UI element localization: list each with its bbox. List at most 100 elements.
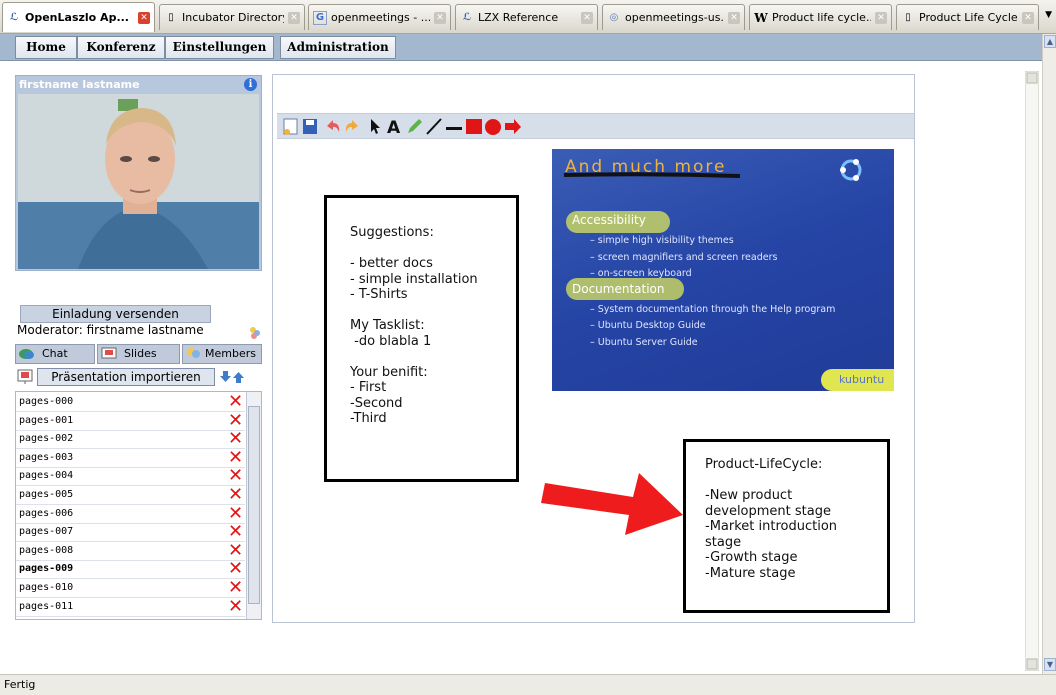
ellipse-tool-icon[interactable]: [484, 117, 502, 136]
close-tab-icon[interactable]: ✕: [434, 11, 446, 24]
info-icon[interactable]: i: [244, 78, 257, 91]
svg-text:A: A: [387, 118, 401, 136]
file-list-item[interactable]: pages-005 ✕: [16, 486, 245, 505]
browser-tab-product-life-cycle[interactable]: ▯ Product Life Cycle ✕: [896, 4, 1039, 30]
delete-icon[interactable]: ✕: [228, 504, 243, 522]
whiteboard[interactable]: A Suggestions: - better docs - simple in…: [272, 74, 915, 623]
delete-icon[interactable]: ✕: [228, 541, 243, 559]
file-list-item[interactable]: pages-009 ✕: [16, 560, 245, 580]
browser-status-bar: Fertig: [0, 674, 1056, 695]
redo-icon[interactable]: [343, 117, 361, 136]
tab-members[interactable]: Members: [182, 344, 262, 364]
file-list-item[interactable]: pages-003 ✕: [16, 448, 245, 468]
import-presentation-button[interactable]: Präsentation importieren: [37, 368, 215, 386]
delete-icon[interactable]: ✕: [228, 560, 243, 578]
close-tab-icon[interactable]: ✕: [728, 11, 740, 24]
users-icon[interactable]: [248, 326, 262, 340]
file-list-item[interactable]: pages-010 ✕: [16, 579, 245, 598]
file-name: pages-007: [19, 526, 74, 538]
file-name: pages-006: [19, 507, 74, 519]
undo-icon[interactable]: [324, 117, 342, 136]
scroll-thumb[interactable]: [248, 406, 260, 604]
menu-conference-button[interactable]: Konferenz: [77, 36, 165, 59]
menu-administration-button[interactable]: Administration: [280, 36, 396, 59]
page-scrollbar[interactable]: ▲ ▼: [1042, 34, 1056, 674]
rectangle-tool-icon[interactable]: [465, 117, 483, 136]
delete-icon[interactable]: ✕: [228, 579, 243, 597]
underline-tool-icon[interactable]: [445, 117, 463, 136]
delete-icon[interactable]: ✕: [228, 467, 243, 485]
google-icon: G: [313, 10, 327, 25]
delete-icon[interactable]: ✕: [228, 411, 243, 429]
presentation-file-list: pages-000 ✕ pages-001 ✕ pages-002 ✕ pages-003 ✕…: [15, 391, 262, 620]
send-invitation-button[interactable]: Einladung versenden: [20, 305, 211, 323]
close-tab-icon[interactable]: ✕: [581, 11, 593, 24]
file-name: pages-003: [19, 451, 74, 463]
file-list-item[interactable]: pages-000 ✕: [16, 393, 245, 412]
file-list-item[interactable]: pages-004 ✕: [16, 467, 245, 487]
save-icon[interactable]: [301, 117, 319, 136]
scroll-down-icon[interactable]: ▼: [1044, 658, 1056, 671]
file-name: pages-011: [19, 600, 74, 612]
file-list-item[interactable]: pages-001 ✕: [16, 411, 245, 431]
menu-home-button[interactable]: Home: [15, 36, 77, 59]
menu-settings-button[interactable]: Einstellungen: [165, 36, 274, 59]
line-tool-icon[interactable]: [425, 117, 443, 136]
close-tab-icon[interactable]: ✕: [875, 11, 887, 24]
slides-icon: [101, 347, 117, 359]
file-list-scrollbar[interactable]: [246, 392, 261, 619]
browser-tab-openlaszlo[interactable]: ℒ OpenLaszlo Ap... ✕: [2, 2, 155, 32]
slide-sub-2: – screen magnifiers and screen readers: [590, 252, 778, 263]
file-name: pages-004: [19, 470, 74, 482]
tab-chat[interactable]: Chat: [15, 344, 95, 364]
red-arrow-shape[interactable]: [541, 467, 687, 537]
kubuntu-logo-icon: [840, 159, 862, 181]
moderator-label: Moderator: firstname lastname: [17, 323, 204, 337]
whiteboard-scrollbar[interactable]: [1025, 71, 1039, 671]
scroll-up-icon[interactable]: ▲: [1044, 35, 1056, 48]
close-tab-icon[interactable]: ✕: [1022, 11, 1034, 24]
openlaszlo-icon: ℒ: [9, 12, 19, 23]
text-tool-icon[interactable]: A: [385, 117, 403, 136]
tab-slides[interactable]: Slides: [97, 344, 180, 364]
file-name: pages-010: [19, 582, 74, 593]
browser-tab-bar: ℒ OpenLaszlo Ap... ✕ ▯ Incubator Directo…: [0, 0, 1056, 34]
slide-underline-scribble: [563, 172, 741, 178]
delete-icon[interactable]: ✕: [228, 393, 243, 411]
file-list-item[interactable]: pages-011 ✕: [16, 597, 245, 617]
file-name: pages-001: [19, 414, 74, 426]
note-product-lifecycle[interactable]: Product-LifeCycle: -New product developm…: [683, 439, 890, 613]
delete-icon[interactable]: ✕: [228, 486, 243, 504]
file-list-item[interactable]: pages-002 ✕: [16, 430, 245, 450]
browser-tab-wikipedia[interactable]: W Product life cycle... ✕: [749, 4, 892, 30]
file-list-item[interactable]: pages-008 ✕: [16, 541, 245, 561]
delete-icon[interactable]: ✕: [228, 523, 243, 541]
refresh-sort-icon[interactable]: [220, 369, 246, 385]
delete-icon[interactable]: ✕: [228, 430, 243, 448]
tab-list-dropdown-icon[interactable]: ▼: [1045, 10, 1052, 20]
file-name: pages-009: [19, 563, 74, 575]
slide-sub-1: – simple high visibility themes: [590, 235, 734, 246]
tab-slides-label: Slides: [124, 347, 157, 360]
page-icon: ▯: [905, 12, 911, 23]
browser-tab-lzx-reference[interactable]: ℒ LZX Reference ✕: [455, 4, 598, 30]
slide-bullet-documentation: Documentation: [572, 282, 665, 296]
new-document-icon[interactable]: [282, 117, 300, 136]
file-list-item[interactable]: pages-007 ✕: [16, 523, 245, 543]
browser-tab-openmeetings-users[interactable]: ◎ openmeetings-us... ✕: [602, 4, 745, 30]
pointer-icon[interactable]: [366, 117, 384, 136]
delete-icon[interactable]: ✕: [228, 448, 243, 466]
arrow-tool-icon[interactable]: [504, 117, 522, 136]
note-suggestions[interactable]: Suggestions: - better docs - simple inst…: [324, 195, 519, 482]
browser-tab-incubator[interactable]: ▯ Incubator Directory ✕: [159, 4, 305, 30]
app-content: firstname lastname i Einladung versenden…: [0, 61, 1042, 674]
delete-icon[interactable]: ✕: [228, 597, 243, 615]
mail-list-icon: ◎: [609, 12, 619, 23]
file-list-item[interactable]: pages-006 ✕: [16, 504, 245, 524]
pencil-icon[interactable]: [405, 117, 423, 136]
close-tab-icon[interactable]: ✕: [138, 11, 150, 24]
webcam-video: [18, 94, 259, 269]
close-tab-icon[interactable]: ✕: [288, 11, 300, 24]
browser-tab-openmeetings[interactable]: G openmeetings - ... ✕: [308, 4, 451, 30]
whiteboard-toolbar: A: [277, 113, 914, 139]
